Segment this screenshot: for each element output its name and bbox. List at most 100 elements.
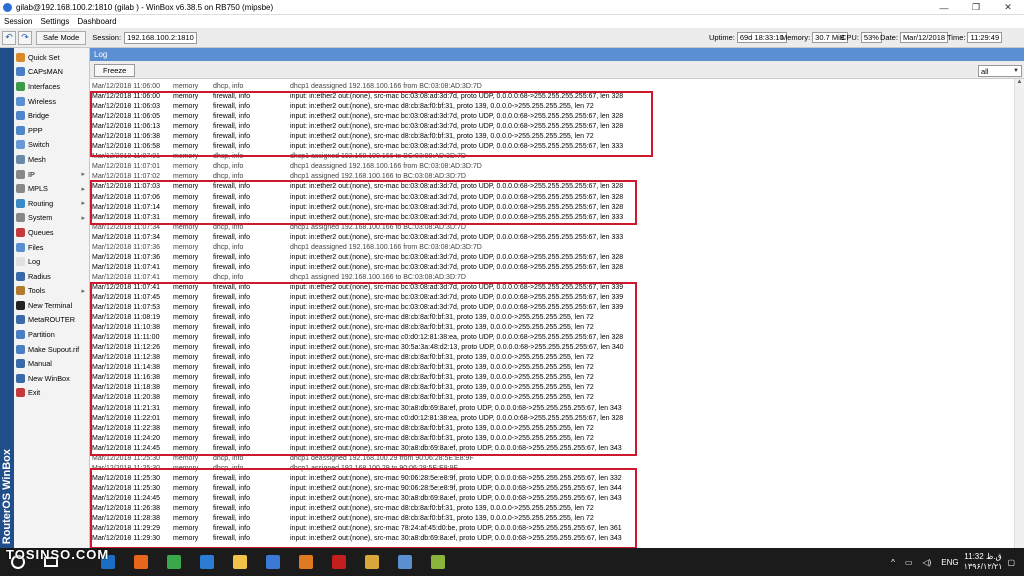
sidebar-item-new-terminal[interactable]: New Terminal (14, 298, 89, 313)
log-row[interactable]: Mar/12/2018 11:22:01 memory firewall, info… (92, 414, 1010, 424)
log-row[interactable]: Mar/12/2018 11:24:45 memory firewall, info… (92, 444, 1010, 454)
log-row[interactable]: Mar/12/2018 11:21:31 memory firewall, info… (92, 404, 1010, 414)
log-row[interactable]: Mar/12/2018 11:07:01 memory dhcp, info dhcp… (92, 152, 1010, 162)
sidebar-item-switch[interactable]: Switch (14, 138, 89, 153)
log-row[interactable]: Mar/12/2018 11:25:30 memory firewall, info… (92, 474, 1010, 484)
log-row[interactable]: Mar/12/2018 11:20:38 memory firewall, info… (92, 393, 1010, 403)
network-icon[interactable]: ▭ (905, 558, 913, 567)
log-row[interactable]: Mar/12/2018 11:11:00 memory firewall, info… (92, 333, 1010, 343)
sidebar-item-queues[interactable]: Queues (14, 225, 89, 240)
log-row[interactable]: Mar/12/2018 11:12:38 memory firewall, info… (92, 353, 1010, 363)
app-taskbar-button[interactable] (426, 552, 449, 572)
menu-settings[interactable]: Settings (36, 17, 73, 26)
log-row[interactable]: Mar/12/2018 11:06:38 memory firewall, info… (92, 132, 1010, 142)
safe-mode-button[interactable]: Safe Mode (36, 30, 87, 45)
maximize-button[interactable]: ❐ (960, 0, 992, 15)
log-row[interactable]: Mar/12/2018 11:16:38 memory firewall, info… (92, 373, 1010, 383)
chrome-taskbar-button[interactable] (162, 552, 185, 572)
log-row[interactable]: Mar/12/2018 11:07:41 memory firewall, info… (92, 283, 1010, 293)
log-row[interactable]: Mar/12/2018 11:25:30 memory firewall, info… (92, 484, 1010, 494)
log-scrollbar[interactable]: ▲ (1014, 79, 1024, 548)
sidebar-item-metarouter[interactable]: MetaROUTER (14, 313, 89, 328)
edge-taskbar-button[interactable] (195, 552, 218, 572)
log-row[interactable]: Mar/12/2018 11:25:30 memory dhcp, info dhcp… (92, 454, 1010, 464)
clock[interactable]: 11:32 ق.ظ ۱۳۹۶/۱۲/۲۱ (964, 552, 1003, 572)
sidebar-item-routing[interactable]: Routing ▸ (14, 196, 89, 211)
log-row[interactable]: Mar/12/2018 11:07:31 memory firewall, info… (92, 213, 1010, 223)
log-row[interactable]: Mar/12/2018 11:07:34 memory dhcp, info dhcp… (92, 223, 1010, 233)
sidebar-item-mpls[interactable]: MPLS ▸ (14, 181, 89, 196)
notification-icon[interactable]: ▢ (1007, 558, 1015, 567)
sidebar-item-log[interactable]: Log (14, 254, 89, 269)
log-row[interactable]: Mar/12/2018 11:26:38 memory firewall, info… (92, 504, 1010, 514)
sidebar-item-ppp[interactable]: PPP (14, 123, 89, 138)
log-row[interactable]: Mar/12/2018 11:07:03 memory firewall, info… (92, 182, 1010, 192)
sidebar-item-tools[interactable]: Tools ▸ (14, 284, 89, 299)
sidebar-item-interfaces[interactable]: Interfaces (14, 79, 89, 94)
sidebar-item-quick-set[interactable]: Quick Set (14, 50, 89, 65)
sidebar-item-partition[interactable]: Partition (14, 327, 89, 342)
firefox-taskbar-button[interactable] (129, 552, 152, 572)
log-row[interactable]: Mar/12/2018 11:07:36 memory firewall, info… (92, 253, 1010, 263)
sidebar-item-system[interactable]: System ▸ (14, 211, 89, 226)
log-row[interactable]: Mar/12/2018 11:07:14 memory firewall, info… (92, 203, 1010, 213)
log-row[interactable]: Mar/12/2018 11:06:13 memory firewall, info… (92, 122, 1010, 132)
log-row[interactable]: Mar/12/2018 11:07:02 memory dhcp, info dhcp… (92, 172, 1010, 182)
sidebar-item-exit[interactable]: Exit (14, 386, 89, 401)
sidebar-item-make-supout-rif[interactable]: Make Supout.rif (14, 342, 89, 357)
topic-filter-select[interactable]: all ▼ (978, 65, 1022, 77)
log-row[interactable]: Mar/12/2018 11:06:58 memory firewall, info… (92, 142, 1010, 152)
log-row[interactable]: Mar/12/2018 11:07:45 memory firewall, info… (92, 293, 1010, 303)
log-row[interactable]: Mar/12/2018 11:24:20 memory firewall, info… (92, 434, 1010, 444)
redo-button[interactable]: ↷ (18, 30, 32, 45)
scroll-up-icon[interactable]: ▲ (1015, 79, 1024, 89)
log-row[interactable]: Mar/12/2018 11:07:06 memory firewall, info… (92, 193, 1010, 203)
winbox-taskbar-button[interactable] (393, 552, 416, 572)
log-row[interactable]: Mar/12/2018 11:12:26 memory firewall, info… (92, 343, 1010, 353)
log-row[interactable]: Mar/12/2018 11:07:53 memory firewall, info… (92, 303, 1010, 313)
log-row[interactable]: Mar/12/2018 11:14:38 memory firewall, info… (92, 363, 1010, 373)
volume-icon[interactable]: ◁) (922, 558, 931, 567)
log-row[interactable]: Mar/12/2018 11:25:30 memory dhcp, info dhcp… (92, 464, 1010, 474)
log-row[interactable]: Mar/12/2018 11:18:38 memory firewall, info… (92, 383, 1010, 393)
log-row[interactable]: Mar/12/2018 11:07:36 memory dhcp, info dhcp… (92, 243, 1010, 253)
log-row[interactable]: Mar/12/2018 11:07:01 memory dhcp, info dhcp… (92, 162, 1010, 172)
sidebar-item-capsman[interactable]: CAPsMAN (14, 65, 89, 80)
tray-caret[interactable]: ^ (891, 558, 895, 567)
log-row[interactable]: Mar/12/2018 11:28:38 memory firewall, info… (92, 514, 1010, 524)
minimize-button[interactable]: — (928, 0, 960, 15)
sidebar-item-radius[interactable]: Radius (14, 269, 89, 284)
close-button[interactable]: ✕ (992, 0, 1024, 15)
log-row[interactable]: Mar/12/2018 11:29:30 memory firewall, info… (92, 534, 1010, 544)
undo-button[interactable]: ↶ (2, 30, 16, 45)
log-row[interactable]: Mar/12/2018 11:07:41 memory firewall, info… (92, 263, 1010, 273)
sidebar-item-new-winbox[interactable]: New WinBox (14, 371, 89, 386)
sidebar-item-bridge[interactable]: Bridge (14, 108, 89, 123)
log-row[interactable]: Mar/12/2018 11:07:41 memory dhcp, info dhcp… (92, 273, 1010, 283)
store-taskbar-button[interactable] (261, 552, 284, 572)
log-row[interactable]: Mar/12/2018 11:06:05 memory firewall, info… (92, 112, 1010, 122)
menu-session[interactable]: Session (0, 17, 36, 26)
log-row[interactable]: Mar/12/2018 11:07:34 memory firewall, info… (92, 233, 1010, 243)
log-row[interactable]: Mar/12/2018 11:24:45 memory firewall, info… (92, 494, 1010, 504)
sidebar-item-manual[interactable]: Manual (14, 356, 89, 371)
sidebar-item-ip[interactable]: IP ▸ (14, 167, 89, 182)
sidebar-item-files[interactable]: Files (14, 240, 89, 255)
folder-taskbar-button[interactable] (360, 552, 383, 572)
log-row[interactable]: Mar/12/2018 11:08:19 memory firewall, info… (92, 313, 1010, 323)
media-taskbar-button[interactable] (294, 552, 317, 572)
freeze-button[interactable]: Freeze (94, 64, 136, 77)
log-row[interactable]: Mar/12/2018 11:10:38 memory firewall, info… (92, 323, 1010, 333)
log-row[interactable]: Mar/12/2018 11:06:00 memory firewall, info… (92, 92, 1010, 102)
session-field[interactable]: 192.168.100.2:1810 (124, 31, 197, 44)
sidebar-item-wireless[interactable]: Wireless (14, 94, 89, 109)
menu-dashboard[interactable]: Dashboard (73, 17, 120, 26)
log-row[interactable]: Mar/12/2018 11:06:00 memory dhcp, info dhcp… (92, 82, 1010, 92)
sidebar-item-mesh[interactable]: Mesh (14, 152, 89, 167)
language-indicator[interactable]: ENG (941, 558, 958, 567)
explorer-taskbar-button[interactable] (228, 552, 251, 572)
log-row[interactable]: Mar/12/2018 11:22:38 memory firewall, info… (92, 424, 1010, 434)
log-row[interactable]: Mar/12/2018 11:06:03 memory firewall, info… (92, 102, 1010, 112)
log-row[interactable]: Mar/12/2018 11:29:29 memory firewall, info… (92, 524, 1010, 534)
acrobat-taskbar-button[interactable] (327, 552, 350, 572)
